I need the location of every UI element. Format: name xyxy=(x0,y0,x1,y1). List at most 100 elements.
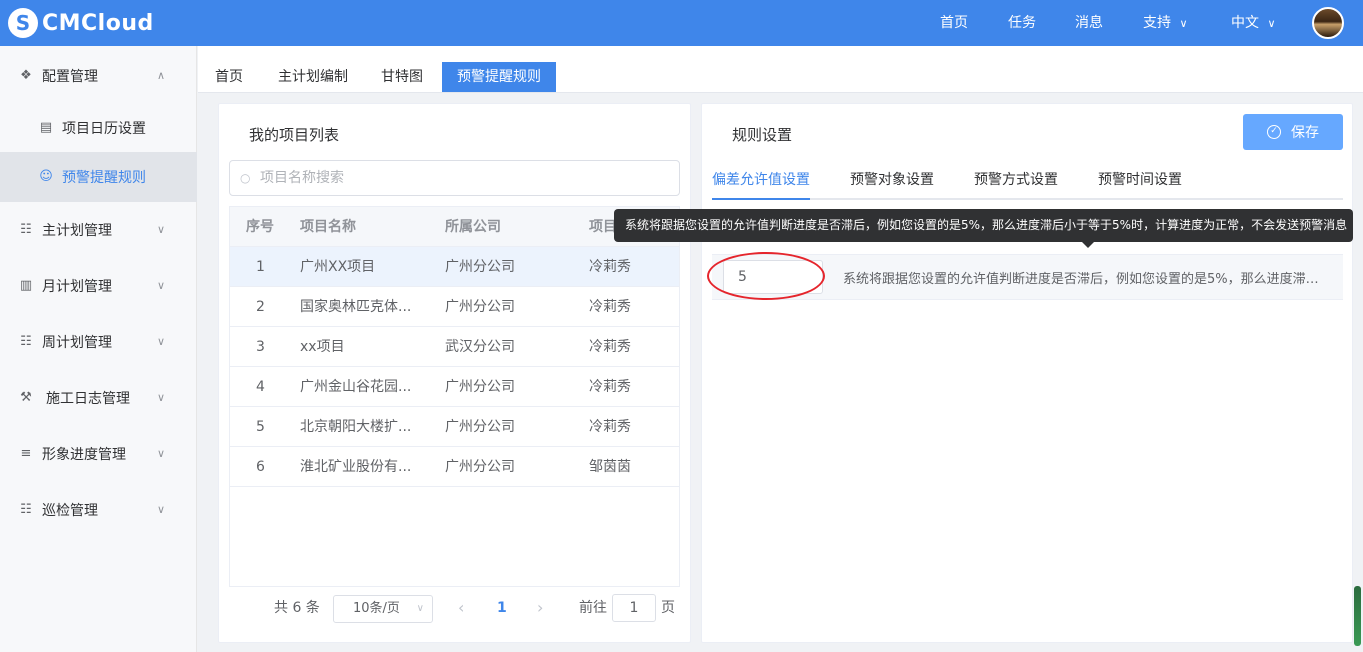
calendar-settings-icon: ▤ xyxy=(39,120,53,135)
rule-settings-title: 规则设置 xyxy=(732,126,793,144)
save-button-label: 保存 xyxy=(1291,125,1319,141)
nav-home[interactable]: 首页 xyxy=(940,0,968,46)
rule-description: 系统将跟据您设置的允许值判断进度是否滞后，例如您设置的是5%，那么进度滞后小于等… xyxy=(843,272,1328,287)
tab-alert-method[interactable]: 预警方式设置 xyxy=(974,160,1058,200)
project-list-title: 我的项目列表 xyxy=(249,126,340,144)
table-row[interactable]: 6 淮北矿业股份有... 广州分公司 邹茵茵 xyxy=(230,447,679,487)
tooltip-arrow xyxy=(1082,242,1094,248)
table-row[interactable]: 4 广州金山谷花园... 广州分公司 冷莉秀 xyxy=(230,367,679,407)
sidebar-item-label: 项目日历设置 xyxy=(62,121,146,137)
chevron-down-icon: ∨ xyxy=(157,223,166,236)
cell-company: 武汉分公司 xyxy=(445,339,515,355)
pagination-total: 共 6 条 xyxy=(274,600,320,616)
sidebar-item-image-progress[interactable]: ≡ 形象进度管理 ∨ xyxy=(0,428,197,480)
cell-company: 广州分公司 xyxy=(445,299,515,315)
sidebar-item-inspection[interactable]: ☷ 巡检管理 ∨ xyxy=(0,484,197,536)
table-row[interactable]: 2 国家奥林匹克体... 广州分公司 冷莉秀 xyxy=(230,287,679,327)
sidebar-item-label: 配置管理 xyxy=(42,69,98,85)
cell-name: 广州金山谷花园... xyxy=(300,379,412,395)
cell-manager: 冷莉秀 xyxy=(589,339,631,355)
project-search[interactable]: ○ xyxy=(229,160,680,196)
nav-messages[interactable]: 消息 xyxy=(1075,0,1103,46)
sidebar: ❖ 配置管理 ∧ ▤ 项目日历设置 ☺ 预警提醒规则 ☷ 主计划管理 ∨ ▥ 月… xyxy=(0,46,197,652)
chevron-down-icon: ∨ xyxy=(416,603,424,614)
sidebar-item-label: 形象进度管理 xyxy=(42,447,126,463)
table-row[interactable]: 5 北京朝阳大楼扩... 广州分公司 冷莉秀 xyxy=(230,407,679,447)
sidebar-item-label: 巡检管理 xyxy=(42,503,98,519)
nav-support[interactable]: 支持 ∨ xyxy=(1143,0,1188,46)
sidebar-item-label: 周计划管理 xyxy=(42,335,112,351)
cell-no: 4 xyxy=(256,379,265,395)
cell-manager: 冷莉秀 xyxy=(589,419,631,435)
avatar[interactable] xyxy=(1312,7,1344,39)
sidebar-item-construction-log[interactable]: ⚒ 施工日志管理 ∨ xyxy=(0,372,197,424)
cell-no: 3 xyxy=(256,339,265,355)
prev-page-button[interactable]: ‹ xyxy=(458,594,464,622)
sidebar-item-monthly-plan[interactable]: ▥ 月计划管理 ∨ xyxy=(0,260,197,312)
page-size-value: 10条/页 xyxy=(353,601,400,616)
chevron-down-icon: ∨ xyxy=(157,335,166,348)
page-unit-label: 页 xyxy=(661,600,675,616)
nav-tasks[interactable]: 任务 xyxy=(1008,0,1036,46)
tab-gantt[interactable]: 甘特图 xyxy=(374,62,430,92)
sidebar-item-label: 预警提醒规则 xyxy=(62,170,146,186)
sidebar-item-config[interactable]: ❖ 配置管理 ∧ xyxy=(0,50,197,102)
scrollbar[interactable] xyxy=(1354,586,1361,646)
annotation-circle xyxy=(707,252,825,300)
chevron-down-icon: ∨ xyxy=(157,279,166,292)
org-chart-icon: ☷ xyxy=(20,334,32,349)
table-header: 序号 项目名称 所属公司 项目 xyxy=(230,207,679,247)
cell-no: 5 xyxy=(256,419,265,435)
cell-manager: 冷莉秀 xyxy=(589,379,631,395)
cell-manager: 冷莉秀 xyxy=(589,299,631,315)
goto-page-input[interactable]: 1 xyxy=(612,594,656,622)
sidebar-item-label: 主计划管理 xyxy=(42,223,112,239)
sidebar-item-label: 月计划管理 xyxy=(42,279,112,295)
layers-icon: ❖ xyxy=(20,68,32,83)
cell-company: 广州分公司 xyxy=(445,459,515,475)
page-number-current[interactable]: 1 xyxy=(497,594,507,622)
clipboard-icon: ▥ xyxy=(19,278,33,293)
save-button[interactable]: ✓ 保存 xyxy=(1243,114,1343,150)
tabs-active-indicator xyxy=(712,198,810,200)
column-header-project: 项目 xyxy=(589,219,617,235)
search-input[interactable] xyxy=(260,167,660,189)
sidebar-item-weekly-plan[interactable]: ☷ 周计划管理 ∨ xyxy=(0,316,197,368)
nav-language[interactable]: 中文 ∨ xyxy=(1231,0,1276,46)
cell-company: 广州分公司 xyxy=(445,419,515,435)
cell-company: 广州分公司 xyxy=(445,379,515,395)
org-chart-icon: ☷ xyxy=(20,222,32,237)
stack-icon: ≡ xyxy=(20,446,32,461)
org-chart-icon: ☷ xyxy=(20,502,32,517)
sidebar-item-alert-rules[interactable]: ☺ 预警提醒规则 xyxy=(0,152,197,202)
tab-alert-target[interactable]: 预警对象设置 xyxy=(850,160,934,200)
tab-master-plan-edit[interactable]: 主计划编制 xyxy=(270,62,356,92)
chevron-down-icon: ∨ xyxy=(157,503,166,516)
tab-alert-time[interactable]: 预警时间设置 xyxy=(1098,160,1182,200)
cell-manager: 冷莉秀 xyxy=(589,259,631,275)
rule-tooltip: 系统将跟据您设置的允许值判断进度是否滞后，例如您设置的是5%，那么进度滞后小于等… xyxy=(614,209,1353,242)
cell-name: 北京朝阳大楼扩... xyxy=(300,419,412,435)
column-header-company: 所属公司 xyxy=(445,219,501,235)
project-table: 序号 项目名称 所属公司 项目 1 广州XX项目 广州分公司 冷莉秀 2 国家奥… xyxy=(229,206,680,587)
page-size-select[interactable]: 10条/页 ∨ xyxy=(333,595,433,623)
page-tabs: 首页 主计划编制 甘特图 预警提醒规则 xyxy=(198,46,1363,93)
cell-company: 广州分公司 xyxy=(445,259,515,275)
logo-text: CMCloud xyxy=(42,10,154,36)
search-icon: ○ xyxy=(240,171,251,185)
tab-alert-rules[interactable]: 预警提醒规则 xyxy=(442,62,556,92)
tab-home[interactable]: 首页 xyxy=(208,62,250,92)
column-header-no: 序号 xyxy=(246,219,274,235)
next-page-button[interactable]: › xyxy=(537,594,543,622)
nav-support-label: 支持 xyxy=(1143,15,1171,31)
sidebar-item-calendar-settings[interactable]: ▤ 项目日历设置 xyxy=(0,102,197,154)
table-row[interactable]: 1 广州XX项目 广州分公司 冷莉秀 xyxy=(230,247,679,287)
nav-language-label: 中文 xyxy=(1231,15,1259,31)
logo[interactable]: S CMCloud xyxy=(8,8,154,38)
tab-deviation-allowance[interactable]: 偏差允许值设置 xyxy=(712,160,810,200)
cell-name: 广州XX项目 xyxy=(300,259,376,275)
sidebar-item-master-plan[interactable]: ☷ 主计划管理 ∨ xyxy=(0,204,197,256)
cell-no: 6 xyxy=(256,459,265,475)
table-row[interactable]: 3 xx项目 武汉分公司 冷莉秀 xyxy=(230,327,679,367)
cell-name: xx项目 xyxy=(300,339,345,355)
